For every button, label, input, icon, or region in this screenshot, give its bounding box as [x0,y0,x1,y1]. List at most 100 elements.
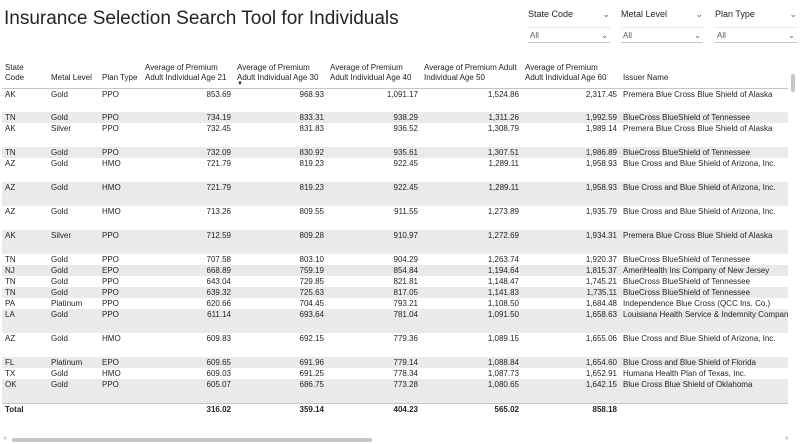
metal-level-slicer[interactable]: Metal Level ⌄ All ⌄ [621,7,703,43]
vertical-scrollbar[interactable] [790,74,796,424]
table-row[interactable]: TN Gold PPO 707.58 803.10 904.29 1,263.74 1,920… [2,254,788,265]
chevron-down-icon[interactable]: ⌄ [602,9,610,20]
table-row[interactable]: PA Platinum PPO 620.66 704.45 793.21 1,108.50 1… [2,298,788,309]
cell-p50: 1,194.64 [421,265,522,276]
cell-p40: 779.14 [327,357,421,368]
column-header-issuer-name[interactable]: Issuer Name [620,58,788,89]
cell-metal: Platinum [48,357,99,368]
horizontal-scrollbar[interactable]: ‹ › [2,435,792,443]
cell-p30: 692.15 [299,334,324,343]
column-header-age-50[interactable]: Average of Premium Adult Individual Age … [421,58,522,89]
cell-state: TN [2,112,48,123]
plan-type-dropdown[interactable]: All ⌄ [715,27,797,43]
cell-plan: HMO [99,182,142,206]
cell-p40: 938.29 [327,112,421,123]
total-age-30: 359.14 [234,402,327,415]
chevron-down-icon[interactable]: ⌄ [789,9,797,20]
cell-p21: 732.45 [206,124,231,133]
cell-plan: PPO [99,230,142,254]
cell-metal: Gold [48,379,99,403]
cell-p30: 693.64 [234,309,327,333]
table-row[interactable]: NJ Gold EPO 668.89 759.19 854.84 1,194.64 1,815… [2,265,788,276]
state-code-slicer[interactable]: State Code ⌄ All ⌄ [528,7,610,43]
metal-level-dropdown[interactable]: All ⌄ [621,27,703,43]
cell-state: TN [2,147,48,158]
cell-plan: EPO [99,357,142,368]
table-row[interactable]: AK Gold PPO 853.69 968.93 1,091.17 1,524.86 2,3… [2,88,788,112]
total-age-21: 316.02 [142,402,234,415]
cell-plan: PPO [102,277,119,286]
cell-p40: 910.97 [327,230,421,254]
cell-state: NJ [2,265,48,276]
cell-state: PA [5,299,16,308]
table-row[interactable]: AZ Gold HMO 713.26 809.55 911.55 1,273.89 1,935… [2,206,788,230]
report-title: Insurance Selection Search Tool for Indi… [4,8,399,29]
column-header-age-60[interactable]: Average of Premium Adult Individual Age … [522,58,620,89]
table-row[interactable]: FL Platinum EPO 609.65 691.96 779.14 1,088.84 1… [2,357,788,368]
cell-p50: 1,141.83 [421,287,522,298]
cell-p50: 1,524.86 [487,89,519,99]
cell-plan: EPO [99,265,142,276]
cell-p21: 611.14 [142,309,234,333]
chevron-down-icon[interactable]: ⌄ [695,9,703,20]
total-age-60: 858.18 [522,402,620,415]
column-header-age-30[interactable]: Average of Premium Adult Individual Age … [234,58,327,89]
cell-p50: 1,308.79 [487,124,519,133]
table-row[interactable]: AZ Gold HMO 609.83 692.15 779.36 1,089.15 1,655… [2,333,788,357]
cell-p60: 1,642.15 [522,379,620,403]
cell-metal: Gold [48,287,99,298]
table-row[interactable]: AZ Gold HMO 721.79 819.23 922.45 1,289.11 1,958… [2,182,788,206]
cell-p50: 1,080.65 [421,379,522,403]
table-row[interactable]: TX Gold HMO 609.03 691.25 778.34 1,087.73 1,652… [2,368,788,379]
cell-p60: 1,934.31 [522,230,620,254]
cell-metal: Gold [51,207,68,216]
cell-p30: 729.85 [299,277,324,286]
cell-p60: 1,652.91 [585,369,617,378]
cell-p40: 793.21 [393,299,418,308]
scroll-right-icon[interactable]: › [786,435,788,442]
plan-type-slicer[interactable]: Plan Type ⌄ All ⌄ [715,7,797,43]
column-header-age-21[interactable]: Average of Premium Adult Individual Age … [142,58,234,89]
table-row[interactable]: LA Gold PPO 611.14 693.64 781.04 1,091.50 1,658… [2,309,788,333]
cell-metal: Gold [51,159,68,168]
state-code-dropdown[interactable]: All ⌄ [528,27,610,43]
table-row[interactable]: TN Gold PPO 732.09 830.92 935.61 1,307.51 1,986… [2,147,788,158]
column-header-age-40[interactable]: Average of Premium Adult Individual Age … [327,58,421,89]
table-row[interactable]: OK Gold PPO 605.07 686.75 773.28 1,080.65 1,642… [2,379,788,403]
cell-p40: 854.84 [327,265,421,276]
column-header-state-code[interactable]: State Code [2,58,48,89]
cell-p60: 1,658.63 [522,309,620,333]
cell-state: AK [5,124,16,133]
scroll-thumb[interactable] [12,438,372,442]
cell-p30: 968.93 [299,89,324,99]
table-row[interactable]: TN Gold PPO 639.32 725.63 817.05 1,141.83 1,735… [2,287,788,298]
cell-p40: 817.05 [327,287,421,298]
cell-issuer: BlueCross BlueShield of Tennessee [620,287,788,298]
cell-plan: PPO [99,147,142,158]
premium-table[interactable]: State Code Metal Level Plan Type Average… [2,58,788,436]
cell-plan: PPO [99,309,142,333]
cell-issuer: Premera Blue Cross Blue Shield of Alaska [620,230,788,254]
cell-p21: 609.83 [206,334,231,343]
chevron-down-icon: ⌄ [601,30,608,40]
scroll-left-icon[interactable]: ‹ [4,435,6,442]
cell-p21: 853.69 [206,89,231,99]
total-label: Total [2,402,48,415]
table-row[interactable]: TN Gold PPO 643.04 729.85 821.81 1,148.47 1,745… [2,276,788,287]
table-row[interactable]: AK Silver PPO 732.45 831.83 936.52 1,308.79 1,9… [2,123,788,147]
cell-plan: PPO [99,379,142,403]
scroll-thumb[interactable] [791,74,795,92]
cell-issuer: Blue Cross and Blue Shield of Florida [620,357,788,368]
cell-p50: 1,272.69 [421,230,522,254]
column-header-plan-type[interactable]: Plan Type [99,58,142,89]
cell-p40: 1,091.17 [386,89,418,99]
table-row[interactable]: AK Silver PPO 712.59 809.28 910.97 1,272.69 1,9… [2,230,788,254]
table-row[interactable]: TN Gold PPO 734.19 833.31 938.29 1,311.26 1,992… [2,112,788,123]
cell-p21: 721.79 [142,182,234,206]
total-age-50: 565.02 [421,402,522,415]
cell-metal: Gold [48,309,99,333]
cell-issuer: Blue Cross and Blue Shield of Arizona, I… [620,182,788,206]
column-header-metal-level[interactable]: Metal Level [48,58,99,89]
cell-p50: 1,089.15 [487,334,519,343]
table-row[interactable]: AZ Gold HMO 721.79 819.23 922.45 1,289.11 1,958… [2,158,788,182]
